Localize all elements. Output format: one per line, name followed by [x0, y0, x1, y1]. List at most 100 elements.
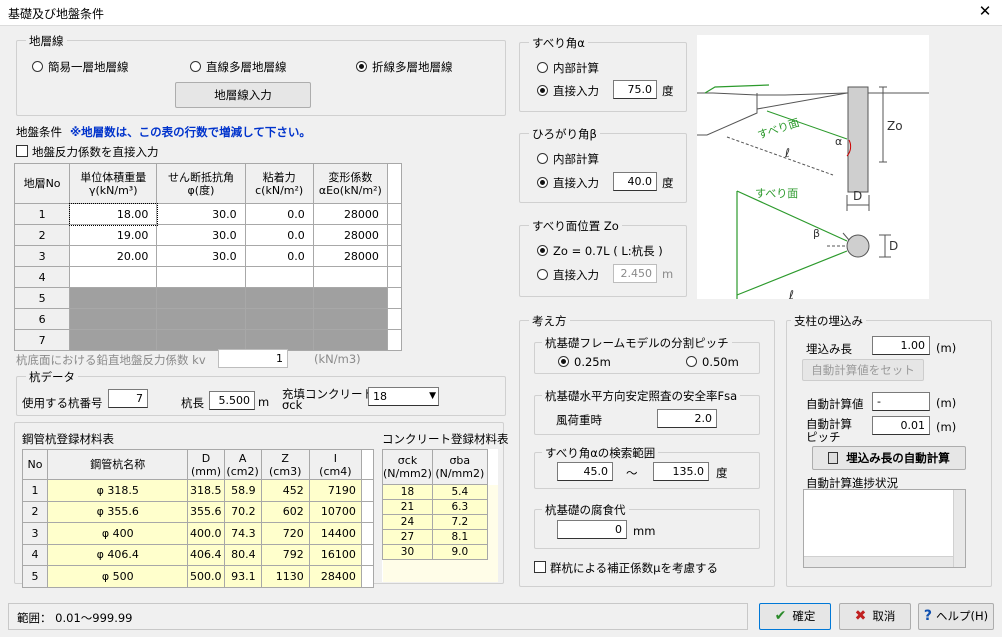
ground-cell-c[interactable] — [244, 266, 314, 288]
auto-value-input[interactable]: - — [872, 392, 930, 411]
ground-cell-eo[interactable]: 28000 — [312, 245, 388, 267]
radio-polyline-layer[interactable] — [356, 61, 367, 72]
range-from-input[interactable]: 45.0 — [557, 462, 613, 481]
steel-row[interactable]: 1φ 318.5 318.5 58.9 452 7190 — [21, 479, 375, 502]
slip-angle-input[interactable]: 75.0 — [613, 80, 657, 99]
range-to-input[interactable]: 135.0 — [653, 462, 709, 481]
steel-col-name-t: 鋼管杭名称 — [90, 458, 146, 471]
steel-row[interactable]: 4φ 406.4 406.4 80.4 792 16100 — [21, 543, 375, 566]
steel-cell-no: 3 — [21, 522, 49, 545]
ground-cell-phi[interactable] — [156, 266, 246, 288]
ground-cell-eo[interactable] — [312, 287, 388, 309]
steel-cell-name: φ 406.4 — [47, 543, 189, 566]
ground-table-header: 地層No 単位体積重量 γ(kN/m³) せん断抵抗角 φ(度) 粘着力 c(kN/m… — [13, 163, 403, 204]
ground-cell-eo[interactable]: 28000 — [312, 203, 388, 225]
concrete-scroll-cell — [487, 484, 498, 500]
corrosion-input[interactable]: 0 — [557, 520, 627, 539]
spread-angle-internal-radio[interactable] — [537, 153, 548, 164]
pile-no-input[interactable]: 7 — [108, 389, 148, 408]
ground-cell-gamma[interactable] — [69, 308, 158, 330]
concrete-row[interactable]: 27 8.1 — [382, 529, 498, 545]
auto-calc-button[interactable]: 埋込み長の自動計算 — [812, 446, 966, 470]
ground-cell-gamma[interactable] — [69, 266, 158, 288]
concrete-row[interactable]: 24 7.2 — [382, 514, 498, 530]
close-icon[interactable]: ✕ — [976, 2, 994, 20]
radio-straight-layer[interactable] — [190, 61, 201, 72]
steel-row[interactable]: 5φ 500 500.0 93.1 1130 28400 — [21, 565, 375, 588]
steel-col-a-t1: A — [238, 451, 247, 465]
ground-cell-c[interactable] — [244, 287, 314, 309]
spread-angle-input[interactable]: 40.0 — [613, 172, 657, 191]
ground-cell-c[interactable] — [244, 329, 314, 351]
slip-face-text-1: すべり面 — [756, 116, 801, 142]
kv-input[interactable]: 1 — [218, 349, 288, 368]
steel-cell-i: 7190 — [308, 479, 362, 502]
direct-reaction-checkbox[interactable] — [16, 145, 28, 157]
ground-cell-gamma[interactable]: 18.00 — [68, 202, 158, 226]
steel-cell-z: 602 — [260, 500, 310, 523]
ok-button[interactable]: ✔ 確定 — [759, 603, 831, 630]
slip-angle-internal-radio[interactable] — [537, 62, 548, 73]
slip-pos-direct-radio[interactable] — [537, 269, 548, 280]
ground-cell-gamma[interactable] — [69, 329, 158, 351]
concrete-select[interactable]: 18 ▼ — [368, 387, 439, 406]
spread-angle-unit: 度 — [662, 176, 674, 190]
pitch-025-radio[interactable] — [558, 356, 569, 367]
help-button[interactable]: ? ヘルプ(H) — [918, 603, 994, 630]
concrete-header: σck (N/mm2) σba (N/mm2) — [382, 449, 498, 485]
slip-pos-formula-radio[interactable] — [537, 245, 548, 256]
ground-cell-eo[interactable]: 28000 — [312, 224, 388, 246]
slip-pos-formula-label: Zo = 0.7L ( L:杭長 ) — [553, 244, 663, 258]
conc-col-ck: σck (N/mm2) — [382, 449, 433, 485]
ground-cell-eo[interactable] — [312, 308, 388, 330]
spread-angle-direct-radio[interactable] — [537, 177, 548, 188]
steel-row[interactable]: 3φ 400 400.0 74.3 720 14400 — [21, 522, 375, 545]
ground-cell-eo[interactable] — [312, 266, 388, 288]
ground-cell-c[interactable]: 0.0 — [244, 224, 314, 246]
pitch-050-radio[interactable] — [686, 356, 697, 367]
steel-cell-a: 93.1 — [223, 565, 262, 588]
ground-cell-c[interactable]: 0.0 — [244, 203, 314, 225]
ground-row: 7 — [13, 329, 403, 351]
ground-cell-c[interactable]: 0.0 — [244, 245, 314, 267]
ground-cell-phi[interactable]: 30.0 — [156, 203, 246, 225]
cancel-button[interactable]: ✖ 取消 — [839, 603, 911, 630]
steel-cell-z: 1130 — [260, 565, 310, 588]
progress-box[interactable] — [803, 489, 966, 568]
col-eo-t2: αEo(kN/m²) — [318, 183, 382, 197]
fsa-input[interactable]: 2.0 — [657, 409, 717, 428]
concrete-cell-ba: 8.1 — [431, 529, 488, 545]
ground-cell-phi[interactable]: 30.0 — [156, 224, 246, 246]
alpha-text: α — [835, 135, 842, 148]
ground-cell-gamma[interactable]: 20.00 — [69, 245, 158, 267]
layer-line-input-button[interactable]: 地層線入力 — [175, 82, 311, 108]
help-button-label: ヘルプ(H) — [936, 609, 989, 623]
concrete-row[interactable]: 21 6.3 — [382, 499, 498, 515]
ground-cell-phi[interactable] — [156, 329, 246, 351]
slip-angle-direct-radio[interactable] — [537, 85, 548, 96]
steel-row[interactable]: 2φ 355.6 355.6 70.2 602 10700 — [21, 500, 375, 523]
pile-length-input[interactable]: 5.500 — [209, 391, 255, 410]
auto-pitch-input[interactable]: 0.01 — [872, 416, 930, 435]
embed-length-input[interactable]: 1.00 — [872, 336, 930, 355]
ground-cell-eo[interactable] — [312, 329, 388, 351]
progress-vscroll[interactable] — [953, 490, 965, 567]
progress-hscroll[interactable] — [804, 556, 953, 567]
concrete-row[interactable]: 18 5.4 — [382, 484, 498, 500]
steel-col-no-t: No — [27, 458, 43, 471]
ground-cell-gamma[interactable]: 19.00 — [69, 224, 158, 246]
set-auto-value-button[interactable]: 自動計算値をセット — [802, 359, 924, 381]
concrete-row[interactable]: 30 9.0 — [382, 544, 498, 560]
ground-cell-gamma[interactable] — [69, 287, 158, 309]
radio-simple-layer[interactable] — [32, 61, 43, 72]
cancel-button-label: 取消 — [872, 609, 896, 623]
kv-label: 杭底面における鉛直地盤反力係数 kv — [16, 353, 206, 367]
ground-cell-phi[interactable] — [156, 287, 246, 309]
ground-cell-phi[interactable]: 30.0 — [156, 245, 246, 267]
slip-pos-input[interactable]: 2.450 — [613, 264, 657, 283]
group-pile-checkbox[interactable] — [534, 561, 546, 573]
ground-cell-c[interactable] — [244, 308, 314, 330]
ground-cell-phi[interactable] — [156, 308, 246, 330]
concrete-filler-row — [382, 559, 498, 582]
slip-pos-direct-label: 直接入力 — [553, 268, 599, 282]
